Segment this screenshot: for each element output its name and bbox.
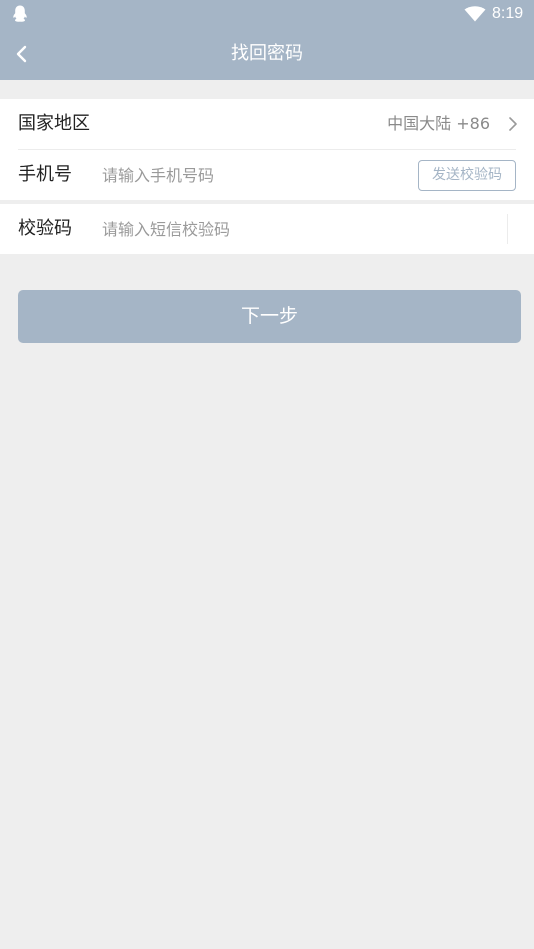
code-input[interactable] xyxy=(102,214,392,244)
status-bar: 8:19 xyxy=(0,0,534,28)
code-row: 校验码 xyxy=(0,204,534,254)
chevron-right-icon xyxy=(509,117,517,131)
form-card-top: 国家地区 中国大陆 +86 手机号 发送校验码 xyxy=(0,99,534,200)
status-time: 8:19 xyxy=(492,5,524,22)
code-label: 校验码 xyxy=(18,218,72,239)
phone-input[interactable] xyxy=(102,160,392,190)
page-title: 找回密码 xyxy=(231,43,303,64)
next-step-button[interactable]: 下一步 xyxy=(18,290,521,343)
phone-row: 手机号 发送校验码 xyxy=(0,150,534,200)
code-separator xyxy=(507,214,508,244)
region-row[interactable]: 国家地区 中国大陆 +86 xyxy=(0,99,534,149)
phone-label: 手机号 xyxy=(18,164,72,185)
header-bar: 找回密码 xyxy=(0,28,534,80)
region-label: 国家地区 xyxy=(18,113,90,134)
region-value: 中国大陆 +86 xyxy=(387,114,490,133)
send-code-button[interactable]: 发送校验码 xyxy=(418,160,516,191)
form-card-code: 校验码 xyxy=(0,204,534,254)
qq-penguin-icon xyxy=(13,5,27,22)
wifi-icon xyxy=(464,6,486,22)
